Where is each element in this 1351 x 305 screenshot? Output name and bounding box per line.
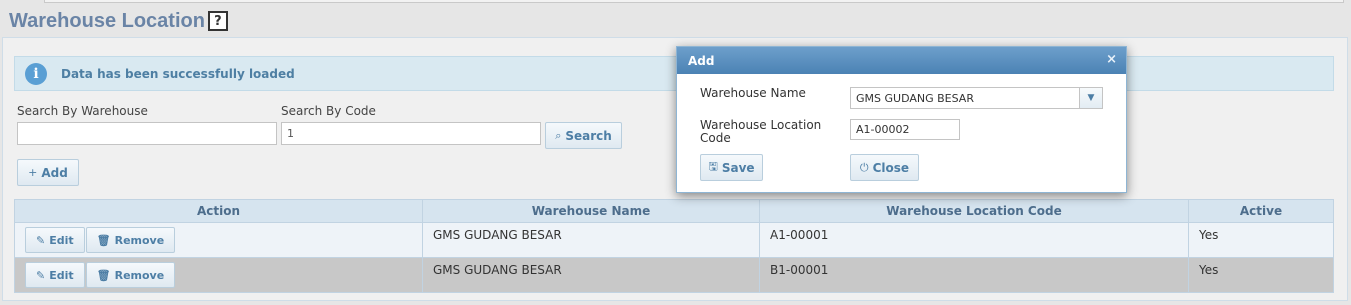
page-title: Warehouse Location	[9, 9, 205, 32]
trash-icon: 🗑	[96, 268, 111, 282]
search-code-label: Search By Code	[281, 104, 376, 118]
table-header-row: Action Warehouse Name Warehouse Location…	[14, 199, 1334, 223]
edit-button[interactable]: ✎ Edit	[25, 227, 85, 253]
save-button-label: Save	[721, 160, 755, 175]
warehouse-name-select[interactable]: GMS GUDANG BESAR ▼	[850, 87, 1103, 109]
chevron-down-icon[interactable]: ▼	[1079, 88, 1102, 108]
save-button[interactable]: 🖫 Save	[700, 154, 763, 181]
row-actions: ✎ Edit 🗑 Remove	[14, 257, 423, 293]
cell-location-code: A1-00001	[759, 222, 1189, 258]
close-icon[interactable]: ×	[1106, 52, 1117, 67]
power-icon: ⏻	[859, 160, 869, 174]
search-code-input[interactable]: 1	[281, 122, 541, 145]
edit-button[interactable]: ✎ Edit	[25, 262, 85, 288]
warehouse-location-table: Action Warehouse Name Warehouse Location…	[14, 199, 1334, 293]
page-header: Warehouse Location ?	[9, 8, 228, 34]
close-button-label: Close	[872, 160, 910, 175]
info-icon: i	[25, 62, 47, 85]
cell-active: Yes	[1188, 257, 1334, 293]
top-tab-strip	[0, 0, 1351, 4]
search-button[interactable]: ⌕ Search	[545, 122, 622, 149]
cell-warehouse-name: GMS GUDANG BESAR	[422, 257, 760, 293]
table-row[interactable]: ✎ Edit 🗑 Remove GMS GUDANG BESAR A1-00001 Y…	[14, 222, 1334, 258]
location-code-input[interactable]: A1-00002	[850, 119, 960, 140]
remove-button[interactable]: 🗑 Remove	[85, 227, 176, 253]
add-dialog: Add × Warehouse Name GMS GUDANG BESAR ▼ …	[676, 46, 1127, 193]
location-code-label: Warehouse Location Code	[700, 119, 821, 145]
help-icon[interactable]: ?	[207, 11, 228, 31]
pencil-icon: ✎	[36, 233, 46, 247]
search-warehouse-label: Search By Warehouse	[17, 104, 148, 118]
plus-icon: +	[28, 166, 38, 179]
edit-label: Edit	[49, 233, 74, 247]
location-code-label-line1: Warehouse Location	[700, 118, 822, 132]
search-icon: ⌕	[555, 128, 562, 142]
edit-label: Edit	[49, 268, 74, 282]
add-button-label: Add	[41, 165, 68, 180]
column-header-action[interactable]: Action	[14, 199, 423, 223]
remove-button[interactable]: 🗑 Remove	[85, 262, 176, 288]
search-warehouse-input[interactable]	[17, 122, 277, 145]
cell-warehouse-name: GMS GUDANG BESAR	[422, 222, 760, 258]
warehouse-name-label: Warehouse Name	[700, 86, 806, 100]
remove-label: Remove	[114, 233, 165, 247]
warehouse-name-value: GMS GUDANG BESAR	[856, 91, 974, 105]
search-button-label: Search	[565, 128, 612, 143]
top-tab	[44, 0, 1344, 3]
location-code-label-line2: Code	[700, 131, 731, 145]
cell-location-code: B1-00001	[759, 257, 1189, 293]
dialog-header[interactable]: Add ×	[677, 47, 1126, 74]
floppy-icon: 🖫	[708, 160, 718, 173]
alert-message: Data has been successfully loaded	[61, 66, 295, 81]
add-button[interactable]: + Add	[17, 159, 79, 186]
status-alert: i Data has been successfully loaded	[14, 56, 1334, 91]
row-actions: ✎ Edit 🗑 Remove	[14, 222, 423, 258]
column-header-active[interactable]: Active	[1188, 199, 1334, 223]
remove-label: Remove	[114, 268, 165, 282]
cell-active: Yes	[1188, 222, 1334, 258]
column-header-location-code[interactable]: Warehouse Location Code	[759, 199, 1189, 223]
column-header-warehouse-name[interactable]: Warehouse Name	[422, 199, 760, 223]
table-row-selected[interactable]: ✎ Edit 🗑 Remove GMS GUDANG BESAR B1-00001 Y…	[14, 257, 1334, 293]
trash-icon: 🗑	[96, 233, 111, 247]
pencil-icon: ✎	[36, 268, 46, 282]
dialog-title: Add	[688, 53, 715, 68]
close-button[interactable]: ⏻ Close	[850, 154, 919, 181]
